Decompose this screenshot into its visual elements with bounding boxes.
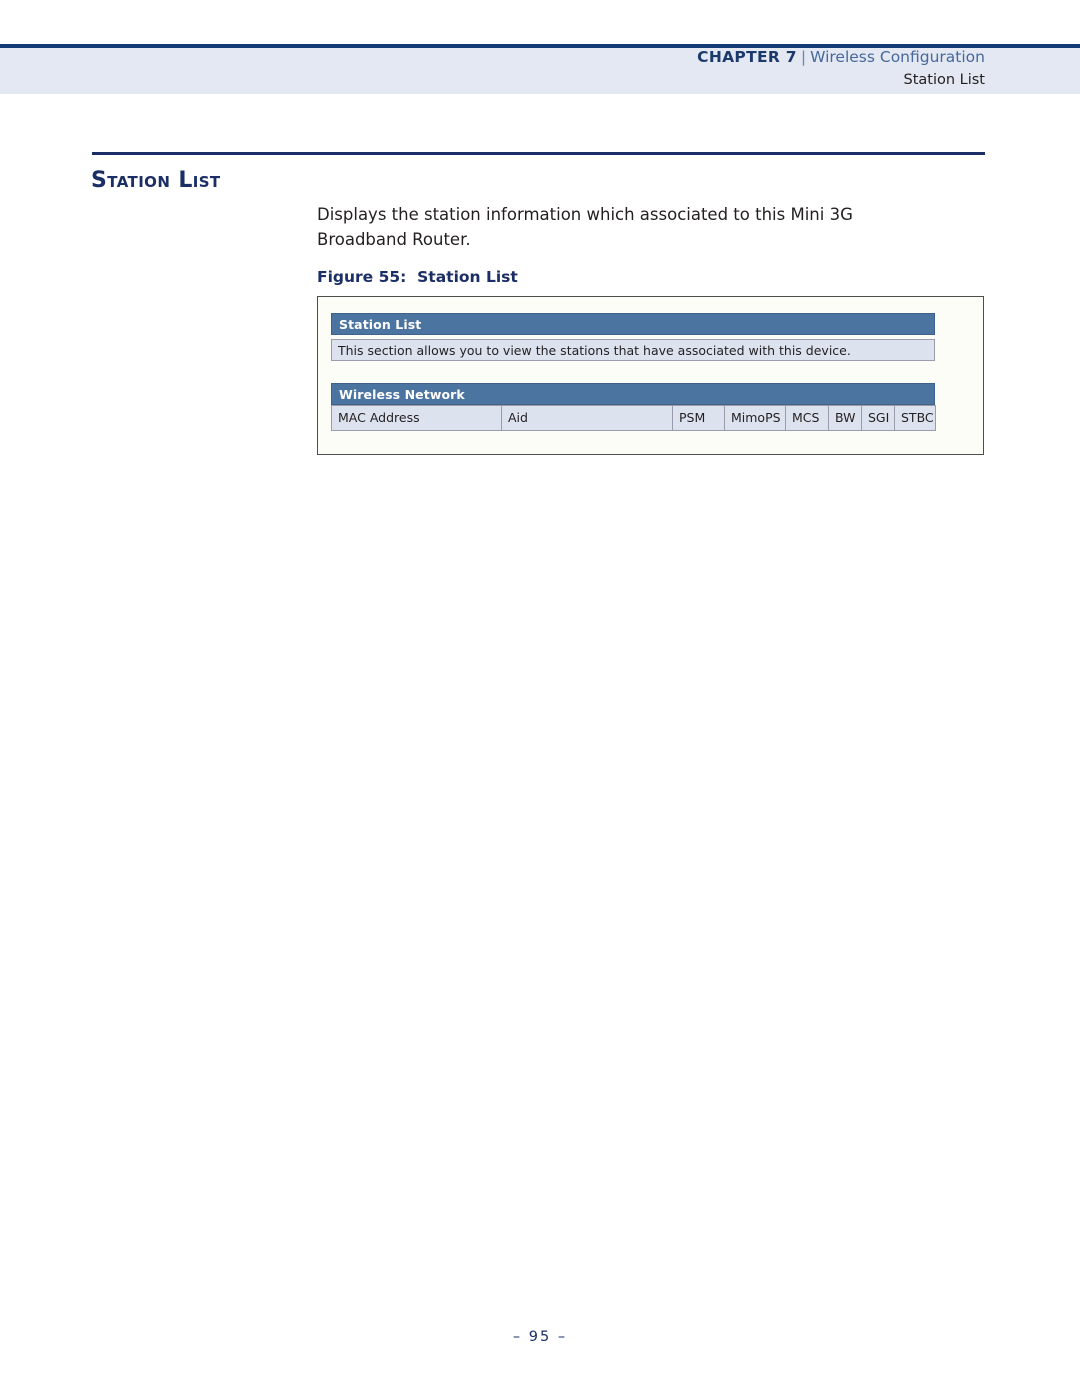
ui-panel-spacer xyxy=(331,361,935,383)
running-header-subsection: Station List xyxy=(903,71,985,88)
table-column-mac-address: MAC Address xyxy=(331,405,502,431)
chapter-label: CHAPTER 7 xyxy=(697,48,797,66)
page-number: – 95 – xyxy=(512,1329,568,1345)
section-divider-rule xyxy=(92,152,985,155)
chapter-topic: Wireless Configuration xyxy=(810,48,985,66)
running-header-chapter-line: CHAPTER 7 | Wireless Configuration xyxy=(697,48,985,66)
table-column-aid: Aid xyxy=(501,405,673,431)
table-column-sgi: SGI xyxy=(861,405,895,431)
station-list-table: MAC Address Aid PSM MimoPS MCS BW SGI ST… xyxy=(331,405,936,431)
table-column-mcs: MCS xyxy=(785,405,829,431)
table-column-bw: BW xyxy=(828,405,862,431)
figure-image-station-list: Station List This section allows you to … xyxy=(317,296,984,455)
table-column-mimops: MimoPS xyxy=(724,405,786,431)
running-header: CHAPTER 7 | Wireless Configuration Station… xyxy=(697,48,985,88)
table-column-psm: PSM xyxy=(672,405,725,431)
ui-panel-title-bar: Station List xyxy=(331,313,935,335)
table-column-stbc: STBC xyxy=(894,405,936,431)
figure-caption: Figure 55: Station List xyxy=(317,268,518,286)
page-title: Station List xyxy=(91,168,221,193)
ui-panel: Station List This section allows you to … xyxy=(331,313,936,431)
ui-panel-description: This section allows you to view the stat… xyxy=(331,339,935,361)
section-body-text: Displays the station information which a… xyxy=(317,205,853,249)
ui-table-title-bar: Wireless Network xyxy=(331,383,935,405)
header-separator: | xyxy=(800,48,807,66)
table-header-row: MAC Address Aid PSM MimoPS MCS BW SGI ST… xyxy=(331,405,936,431)
